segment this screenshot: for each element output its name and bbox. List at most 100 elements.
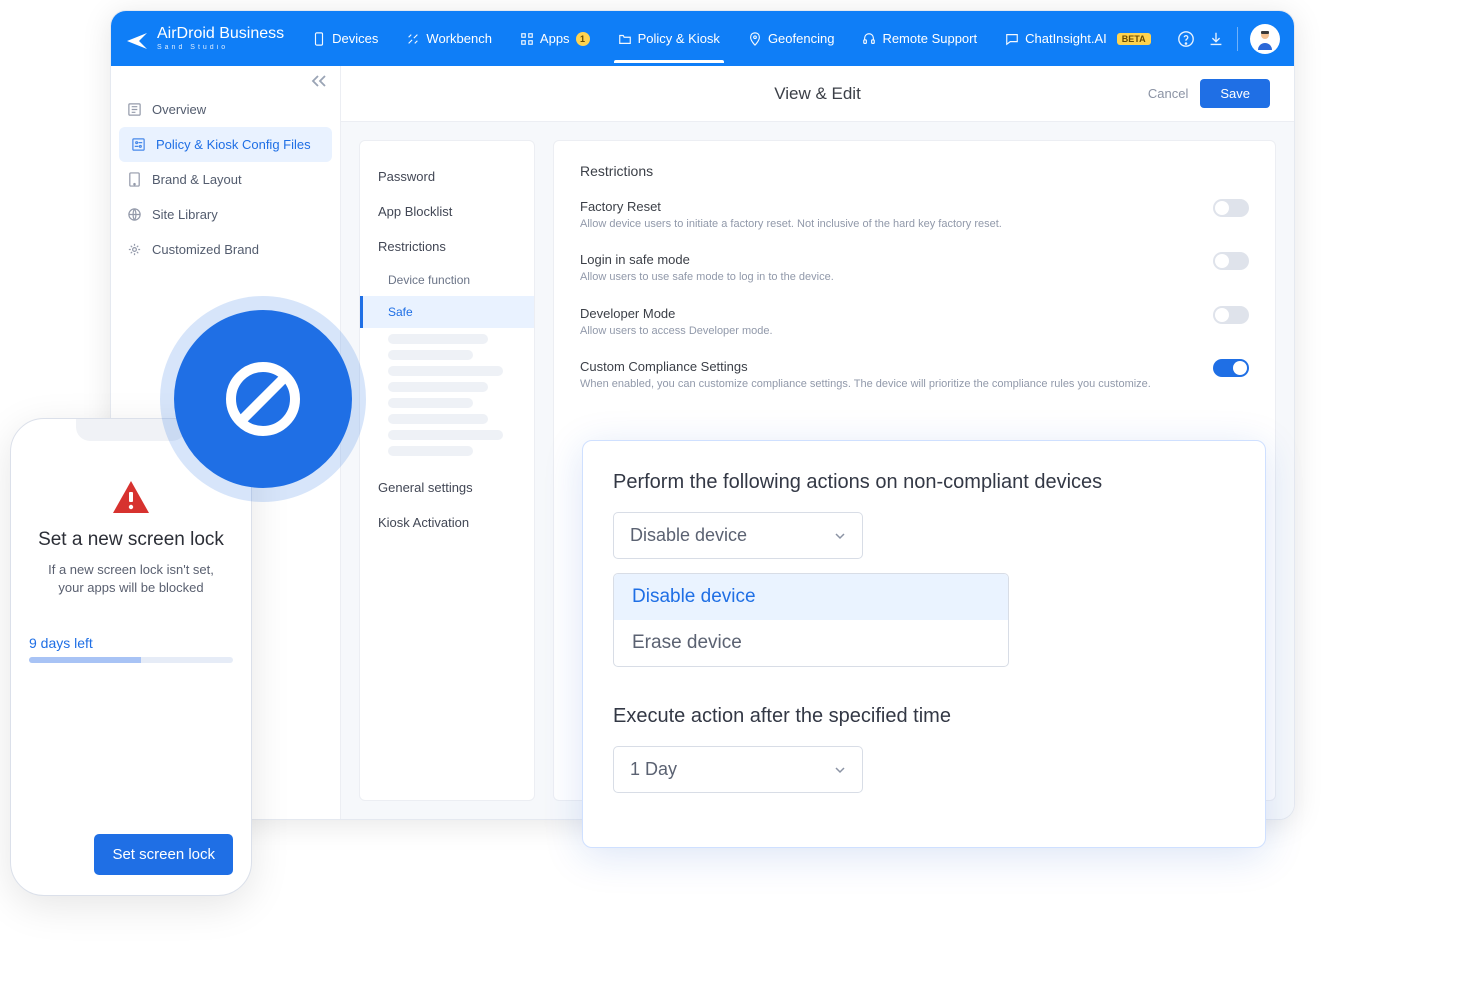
brand[interactable]: AirDroid Business Sand Studio <box>125 26 284 51</box>
nav-remote-support[interactable]: Remote Support <box>850 14 989 63</box>
help-icon[interactable] <box>1177 30 1195 48</box>
wrench-icon <box>406 32 420 46</box>
nav-chatinsight[interactable]: ChatInsight.AI BETA <box>993 14 1163 63</box>
setting-title: Developer Mode <box>580 306 1183 321</box>
subnav-general[interactable]: General settings <box>360 470 534 505</box>
subnav-placeholder <box>388 334 488 344</box>
sidebar-brand-layout-label: Brand & Layout <box>152 172 242 187</box>
sidebar-item-custom-brand[interactable]: Customized Brand <box>111 232 340 267</box>
nav-policy-label: Policy & Kiosk <box>638 31 720 46</box>
nav-devices[interactable]: Devices <box>300 14 390 63</box>
settings-subnav: Password App Blocklist Restrictions Devi… <box>359 140 535 801</box>
subnav-placeholder <box>388 430 503 440</box>
setting-compliance: Custom Compliance Settings When enabled,… <box>580 359 1249 392</box>
action-select[interactable]: Disable device <box>613 512 863 559</box>
sidebar-overview-label: Overview <box>152 102 206 117</box>
subnav-device-function[interactable]: Device function <box>360 264 534 296</box>
gear-icon <box>127 242 142 257</box>
toggle-developer-mode[interactable] <box>1213 306 1249 324</box>
nav-devices-label: Devices <box>332 31 378 46</box>
header-actions <box>1177 24 1280 54</box>
warning-icon <box>111 479 151 515</box>
subnav-kiosk[interactable]: Kiosk Activation <box>360 505 534 540</box>
globe-icon <box>127 207 142 222</box>
device-icon <box>312 32 326 46</box>
dropdown-option-disable[interactable]: Disable device <box>614 574 1008 620</box>
headset-icon <box>862 32 876 46</box>
toggle-factory-reset[interactable] <box>1213 199 1249 217</box>
subnav-password[interactable]: Password <box>360 159 534 194</box>
toggle-safe-mode[interactable] <box>1213 252 1249 270</box>
page-header: View & Edit Cancel Save <box>341 66 1294 122</box>
folder-icon <box>618 32 632 46</box>
days-left: 9 days left <box>29 635 233 651</box>
setting-title: Login in safe mode <box>580 252 1183 267</box>
nav-workbench[interactable]: Workbench <box>394 14 504 63</box>
save-button[interactable]: Save <box>1200 79 1270 108</box>
phone-mockup: Set a new screen lock If a new screen lo… <box>10 418 252 896</box>
sidebar-item-policy-files[interactable]: Policy & Kiosk Config Files <box>119 127 332 162</box>
page-title: View & Edit <box>774 84 861 104</box>
dropdown-option-erase[interactable]: Erase device <box>614 620 1008 666</box>
subnav-restrictions[interactable]: Restrictions <box>360 229 534 264</box>
sidebar-custom-brand-label: Customized Brand <box>152 242 259 257</box>
setting-desc: When enabled, you can customize complian… <box>580 377 1183 392</box>
setting-factory-reset: Factory Reset Allow device users to init… <box>580 199 1249 232</box>
toggle-compliance[interactable] <box>1213 359 1249 377</box>
phone-desc: If a new screen lock isn't set, your app… <box>29 561 233 597</box>
user-avatar[interactable] <box>1250 24 1280 54</box>
subnav-placeholder <box>388 350 473 360</box>
subnav-blocklist[interactable]: App Blocklist <box>360 194 534 229</box>
phone-notch <box>76 419 186 441</box>
subnav-placeholder <box>388 398 473 408</box>
pin-icon <box>748 32 762 46</box>
brand-subtitle: Sand Studio <box>157 44 284 51</box>
subnav-placeholder <box>388 446 473 456</box>
chevron-down-icon <box>834 764 846 776</box>
nav-geofencing[interactable]: Geofencing <box>736 14 847 63</box>
app-header: AirDroid Business Sand Studio Devices Wo… <box>111 11 1294 66</box>
prohibit-badge <box>174 310 352 488</box>
nav-apps-label: Apps <box>540 31 570 46</box>
config-icon <box>131 137 146 152</box>
chat-icon <box>1005 32 1019 46</box>
set-screen-lock-button[interactable]: Set screen lock <box>94 834 233 875</box>
setting-safe-mode: Login in safe mode Allow users to use sa… <box>580 252 1249 285</box>
nav-chat-label: ChatInsight.AI <box>1025 31 1107 46</box>
progress-fill <box>29 657 141 663</box>
nav-geofencing-label: Geofencing <box>768 31 835 46</box>
download-icon[interactable] <box>1207 30 1225 48</box>
cancel-button[interactable]: Cancel <box>1148 86 1188 101</box>
subnav-placeholder <box>388 414 488 424</box>
sidebar-item-brand-layout[interactable]: Brand & Layout <box>111 162 340 197</box>
sidebar-item-overview[interactable]: Overview <box>111 92 340 127</box>
sidebar-item-site-library[interactable]: Site Library <box>111 197 340 232</box>
nav-apps[interactable]: Apps 1 <box>508 14 602 63</box>
avatar-icon <box>1254 28 1276 50</box>
sidebar-policy-files-label: Policy & Kiosk Config Files <box>156 137 311 152</box>
setting-desc: Allow users to use safe mode to log in t… <box>580 270 1183 285</box>
collapse-sidebar-button[interactable] <box>310 74 328 93</box>
page-actions: Cancel Save <box>1148 79 1270 108</box>
divider <box>1237 27 1238 51</box>
setting-desc: Allow device users to initiate a factory… <box>580 217 1183 232</box>
layout-icon <box>127 172 142 187</box>
nav-remote-label: Remote Support <box>882 31 977 46</box>
brand-title: AirDroid Business <box>157 26 284 42</box>
setting-title: Custom Compliance Settings <box>580 359 1183 374</box>
nav-workbench-label: Workbench <box>426 31 492 46</box>
progress-bar <box>29 657 233 663</box>
subnav-safe[interactable]: Safe <box>360 296 534 328</box>
top-nav: Devices Workbench Apps 1 Policy & Kiosk … <box>300 14 1177 63</box>
phone-title: Set a new screen lock <box>29 529 233 551</box>
subnav-placeholder <box>388 382 488 392</box>
nav-policy-kiosk[interactable]: Policy & Kiosk <box>606 14 732 63</box>
apps-badge: 1 <box>576 32 590 46</box>
setting-title: Factory Reset <box>580 199 1183 214</box>
overview-icon <box>127 102 142 117</box>
time-select-value: 1 Day <box>630 759 677 780</box>
time-select[interactable]: 1 Day <box>613 746 863 793</box>
compliance-settings-card: Perform the following actions on non-com… <box>582 440 1266 848</box>
brand-logo-icon <box>125 27 149 51</box>
apps-icon <box>520 32 534 46</box>
